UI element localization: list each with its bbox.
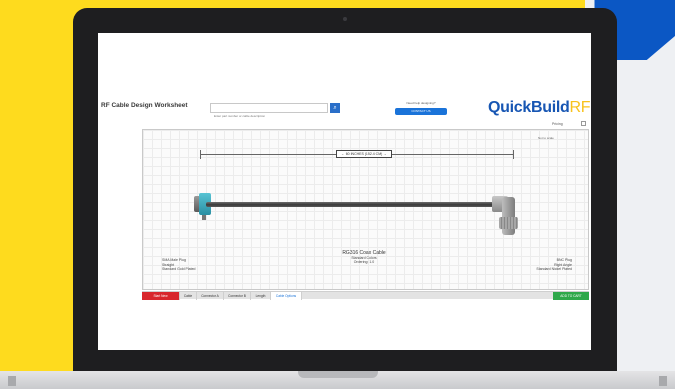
length-label[interactable]: ← 60 INCHES (152.4 CM) →	[336, 150, 392, 158]
connector-a-line-3: Standard Gold Plated	[162, 267, 196, 272]
tab-start-new[interactable]: Start New	[142, 292, 180, 300]
laptop-base-notch	[298, 371, 378, 378]
search-button[interactable]: ⌕	[330, 103, 340, 113]
connector-b-line-3: Standard Nickel Plated	[536, 267, 572, 272]
tab-length[interactable]: Length	[251, 292, 271, 300]
connector-b-info: BNC Plug Right Angle Standard Nickel Pla…	[504, 258, 572, 272]
cable[interactable]	[206, 202, 496, 207]
dimension-tick-left	[200, 150, 201, 159]
contact-us-button[interactable]: CONTACT US	[395, 108, 447, 115]
cable-info: RG316 Coax Cable Standard Colors Orderin…	[324, 251, 404, 265]
laptop-foot-left	[8, 376, 16, 386]
laptop-foot-right	[659, 376, 667, 386]
scale-label: Not to scale	[538, 136, 554, 140]
camera-icon	[343, 17, 347, 21]
logo-rf: RF	[569, 99, 591, 116]
search-icon: ⌕	[333, 105, 337, 111]
cable-info-line-3: Ordering: 1.0	[353, 260, 375, 265]
design-tab-bar: Start New Cable Connector A Connector B …	[142, 291, 589, 300]
dimension-tick-right	[513, 150, 514, 159]
tab-connector-b[interactable]: Connector B	[224, 292, 251, 300]
pricing-label: Pricing	[552, 122, 563, 126]
search-input[interactable]	[211, 112, 327, 120]
quickbuild-logo[interactable]: QuickBuildRF	[488, 99, 590, 117]
app-content: RF Cable Design Worksheet ⌕ Need help de…	[98, 33, 591, 350]
tab-connector-a[interactable]: Connector A	[197, 292, 224, 300]
connector-b-nut[interactable]	[499, 217, 518, 229]
help-label: Need help designing?	[406, 101, 436, 105]
logo-main: QuickBuild	[488, 99, 570, 116]
connector-b-elbow[interactable]	[502, 197, 515, 235]
search-box[interactable]	[210, 103, 328, 120]
connector-a-info: SMA Male Plug Straight Standard Gold Pla…	[162, 258, 195, 272]
add-to-cart-button[interactable]: ADD TO CART	[553, 292, 589, 300]
tab-cable-options[interactable]: Cable Options	[271, 292, 302, 300]
page-title: RF Cable Design Worksheet	[101, 102, 188, 109]
pricing-checkbox[interactable]	[581, 121, 586, 126]
tab-cable[interactable]: Cable	[180, 292, 197, 300]
